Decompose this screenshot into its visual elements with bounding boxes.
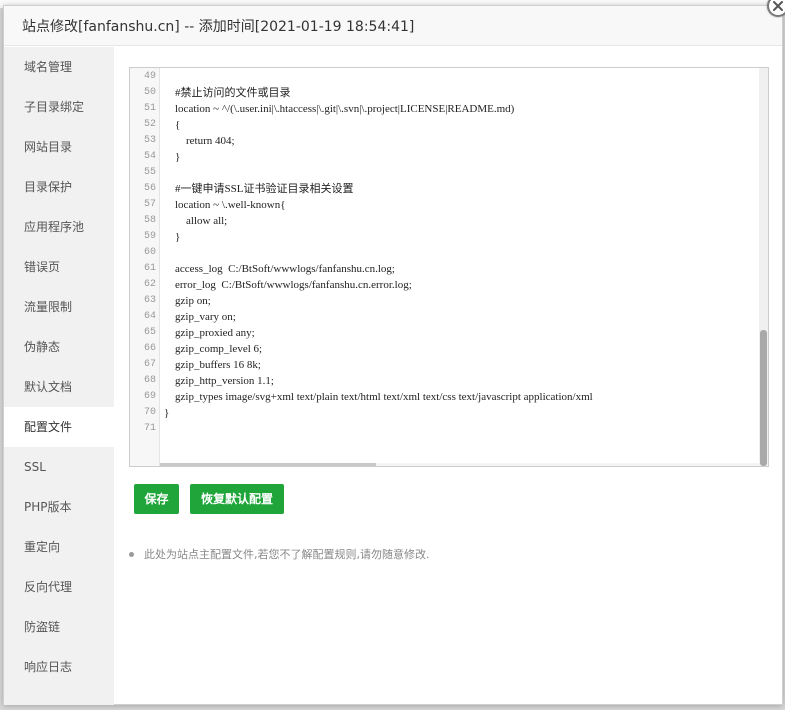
sidebar-item[interactable]: 网站目录 [4, 127, 114, 167]
code-line: gzip_types image/svg+xml text/plain text… [164, 391, 593, 403]
line-number: 54 [143, 151, 156, 162]
bullet-icon [129, 551, 134, 557]
code-line: { [164, 119, 181, 131]
sidebar-item[interactable]: 伪静态 [4, 327, 114, 367]
vertical-scrollbar[interactable] [759, 68, 768, 466]
code-line: error_log C:/BtSoft/wwwlogs/fanfanshu.cn… [164, 279, 412, 291]
line-number: 67 [143, 359, 156, 370]
code-line: location ~ \.well-known{ [164, 199, 286, 211]
site-edit-modal: 站点修改[fanfanshu.cn] -- 添加时间[2021-01-19 18… [3, 5, 783, 705]
code-line: gzip_buffers 16 8k; [164, 359, 261, 371]
line-number: 65 [143, 327, 156, 338]
code-line: #禁止访问的文件或目录 [164, 87, 291, 99]
sidebar-item[interactable]: 域名管理 [4, 47, 114, 87]
code-line: allow all; [164, 215, 228, 227]
sidebar-item[interactable]: 响应日志 [4, 647, 114, 687]
line-number: 51 [143, 103, 156, 114]
code-line: location ~ ^/(\.user.ini|\.htaccess|\.gi… [164, 103, 515, 115]
line-number: 57 [143, 199, 156, 210]
sidebar-item[interactable]: PHP版本 [4, 487, 114, 527]
line-number: 50 [143, 87, 156, 98]
sidebar-item[interactable]: 配置文件 [4, 407, 114, 447]
line-number: 61 [143, 263, 156, 274]
line-number: 66 [143, 343, 156, 354]
sidebar-item[interactable]: SSL [4, 447, 114, 487]
sidebar-item[interactable]: 子目录绑定 [4, 87, 114, 127]
code-line: } [164, 151, 181, 163]
horizontal-scrollbar[interactable] [160, 463, 760, 466]
sidebar-item[interactable]: 防盗链 [4, 607, 114, 647]
vertical-scrollbar-thumb[interactable] [760, 330, 767, 466]
code-line: } [164, 231, 181, 243]
code-line: } [164, 407, 170, 419]
line-number: 69 [143, 391, 156, 402]
line-number: 56 [143, 183, 156, 194]
code-line: #一键申请SSL证书验证目录相关设置 [164, 183, 354, 195]
line-number: 49 [143, 71, 156, 82]
config-editor[interactable]: 49 50 51 52 53 54 55 56 57 58 59 60 61 62 63 64 65 66 67 68… [129, 67, 769, 467]
code-line: gzip_vary on; [164, 311, 236, 323]
line-number: 64 [143, 311, 156, 322]
code-line: gzip on; [164, 295, 211, 307]
code-line: return 404; [164, 135, 235, 147]
line-number: 70 [143, 407, 156, 418]
code-line: gzip_proxied any; [164, 327, 255, 339]
modal-title: 站点修改[fanfanshu.cn] -- 添加时间[2021-01-19 18… [22, 19, 415, 35]
horizontal-scrollbar-thumb[interactable] [160, 463, 376, 466]
line-number-gutter: 49 50 51 52 53 54 55 56 57 58 59 60 61 62 63 64 65 66 67 68… [130, 68, 160, 466]
line-number: 52 [143, 119, 156, 130]
tips-text: 此处为站点主配置文件,若您不了解配置规则,请勿随意修改. [144, 548, 430, 561]
line-number: 60 [143, 247, 156, 258]
line-number: 71 [143, 423, 156, 434]
modal-header: 站点修改[fanfanshu.cn] -- 添加时间[2021-01-19 18… [4, 6, 782, 46]
sidebar-item[interactable]: 应用程序池 [4, 207, 114, 247]
save-button[interactable]: 保存 [134, 484, 179, 514]
sidebar-item[interactable]: 错误页 [4, 247, 114, 287]
code-line: access_log C:/BtSoft/wwwlogs/fanfanshu.c… [164, 263, 395, 275]
line-number: 62 [143, 279, 156, 290]
tips: 此处为站点主配置文件,若您不了解配置规则,请勿随意修改. [129, 546, 430, 562]
close-icon [773, 1, 783, 11]
line-number: 63 [143, 295, 156, 306]
sidebar-item[interactable]: 默认文档 [4, 367, 114, 407]
line-number: 68 [143, 375, 156, 386]
sidebar-item[interactable]: 重定向 [4, 527, 114, 567]
sidebar: 域名管理 子目录绑定 网站目录 目录保护 应用程序池 错误页 流量限制 伪静态 默认文档 配置文件… [4, 47, 114, 705]
code-line: gzip_http_version 1.1; [164, 375, 274, 387]
line-number: 55 [143, 167, 156, 178]
sidebar-item[interactable]: 目录保护 [4, 167, 114, 207]
sidebar-item[interactable]: 反向代理 [4, 567, 114, 607]
sidebar-item[interactable]: 流量限制 [4, 287, 114, 327]
restore-default-config-button[interactable]: 恢复默认配置 [190, 484, 284, 514]
line-number: 53 [143, 135, 156, 146]
line-number: 58 [143, 215, 156, 226]
line-number: 59 [143, 231, 156, 242]
code-line: gzip_comp_level 6; [164, 343, 263, 355]
